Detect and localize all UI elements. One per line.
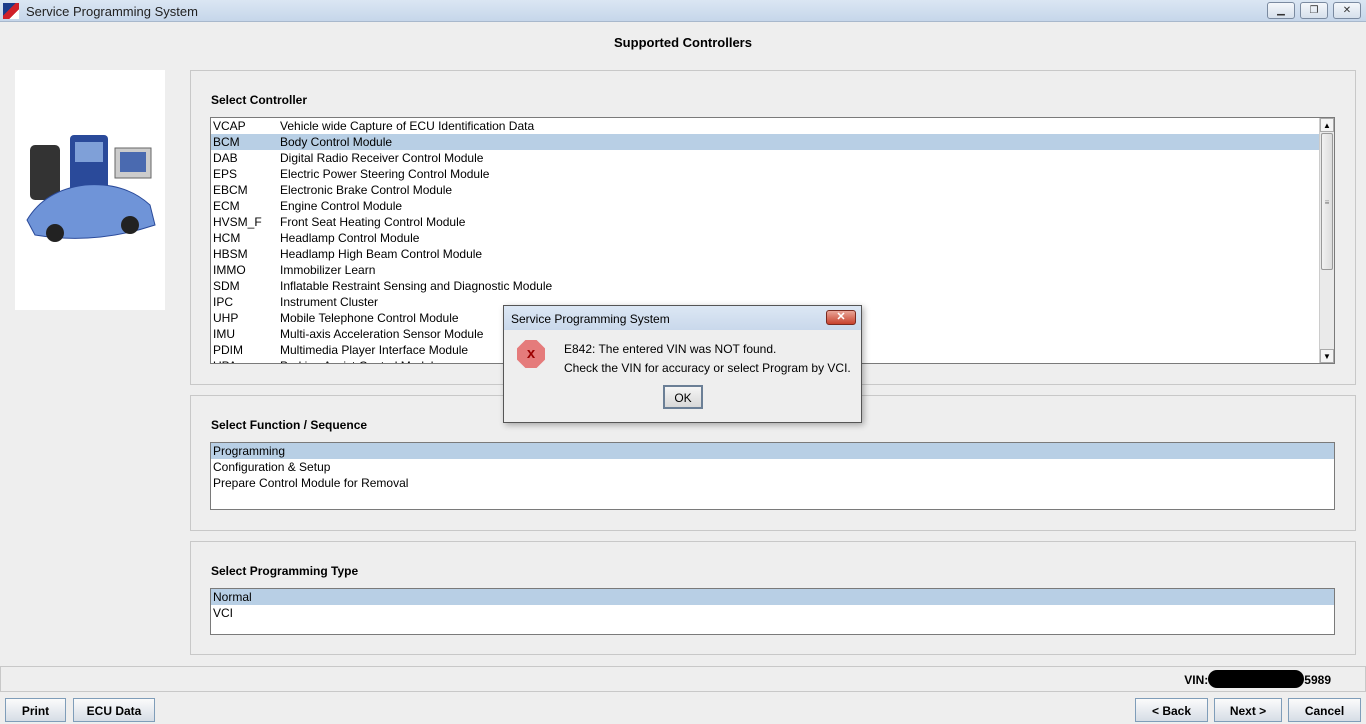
vin-display: VIN: 5989 xyxy=(1184,669,1331,688)
function-item[interactable]: Configuration & Setup xyxy=(211,459,1334,475)
minimize-button[interactable]: ▁ xyxy=(1267,2,1295,19)
controller-code: VCAP xyxy=(213,119,246,133)
window-title: Service Programming System xyxy=(26,4,198,19)
controller-name: Multi-axis Acceleration Sensor Module xyxy=(280,327,484,341)
controller-item[interactable]: ECM Engine Control Module xyxy=(211,198,1319,214)
restore-button[interactable]: ❐ xyxy=(1300,2,1328,19)
app-icon xyxy=(3,3,19,19)
controller-name: Body Control Module xyxy=(280,135,393,149)
dialog-message-line1: E842: The entered VIN was NOT found. xyxy=(564,342,777,356)
controller-name: Headlamp High Beam Control Module xyxy=(280,247,483,261)
cancel-button[interactable]: Cancel xyxy=(1288,698,1361,722)
controller-code: EBCM xyxy=(213,183,248,197)
dialog-message-line2: Check the VIN for accuracy or select Pro… xyxy=(564,361,851,375)
next-button[interactable]: Next > xyxy=(1214,698,1282,722)
scrollbar[interactable]: ▲ ≡ ▼ xyxy=(1319,118,1334,363)
controller-name: Instrument Cluster xyxy=(280,295,379,309)
controller-item[interactable]: IMMO Immobilizer Learn xyxy=(211,262,1319,278)
controller-item[interactable]: EBCM Electronic Brake Control Module xyxy=(211,182,1319,198)
function-item[interactable]: Programming xyxy=(211,443,1334,459)
controller-name: Multimedia Player Interface Module xyxy=(280,343,469,357)
controller-code: HVSM_F xyxy=(213,215,262,229)
programming-type-list[interactable]: Normal VCI xyxy=(210,588,1335,635)
controller-name: Vehicle wide Capture of ECU Identificati… xyxy=(280,119,535,133)
controller-code: DAB xyxy=(213,151,238,165)
controller-name: Front Seat Heating Control Module xyxy=(280,215,466,229)
controller-item[interactable]: DAB Digital Radio Receiver Control Module xyxy=(211,150,1319,166)
controller-item[interactable]: HBSM Headlamp High Beam Control Module xyxy=(211,246,1319,262)
function-list[interactable]: Programming Configuration & Setup Prepare … xyxy=(210,442,1335,510)
controller-code: EPS xyxy=(213,167,238,181)
controller-item[interactable]: VCAP Vehicle wide Capture of ECU Identifi… xyxy=(211,118,1319,134)
controller-item[interactable]: EPS Electric Power Steering Control Modul… xyxy=(211,166,1319,182)
controller-code: UHP xyxy=(213,311,239,325)
ecu-data-button[interactable]: ECU Data xyxy=(73,698,155,722)
controller-name: Digital Radio Receiver Control Module xyxy=(280,151,484,165)
title-bar: Service Programming System ▁ ❐ ✕ xyxy=(0,0,1366,22)
programming-type-item[interactable]: Normal xyxy=(211,589,1334,605)
scroll-up-button[interactable]: ▲ xyxy=(1320,118,1334,132)
ok-button[interactable]: OK xyxy=(663,385,703,409)
controller-code: IPC xyxy=(213,295,234,309)
controller-code: IMMO xyxy=(213,263,246,277)
controller-name: Engine Control Module xyxy=(280,199,403,213)
controller-item[interactable]: BCM Body Control Module xyxy=(211,134,1319,150)
vin-label: VIN: xyxy=(1184,673,1209,687)
controller-item[interactable]: SDM Inflatable Restraint Sensing and Diag… xyxy=(211,278,1319,294)
select-programming-type-panel: Select Programming Type Normal VCI xyxy=(190,541,1356,655)
error-icon: x xyxy=(517,340,545,368)
controller-name: Parking Assist Control Module xyxy=(280,359,440,363)
controller-name: Headlamp Control Module xyxy=(280,231,420,245)
controller-code: UPA xyxy=(213,358,280,363)
controller-name: Inflatable Restraint Sensing and Diagnos… xyxy=(280,279,553,293)
programming-type-item[interactable]: VCI xyxy=(211,605,1334,621)
page-title: Supported Controllers xyxy=(614,35,752,50)
close-button[interactable]: ✕ xyxy=(1333,2,1361,19)
logo-image xyxy=(15,70,165,310)
function-item[interactable]: Prepare Control Module for Removal xyxy=(211,475,1334,491)
controller-code: PDIM xyxy=(213,343,243,357)
dialog-title: Service Programming System xyxy=(504,306,861,330)
scroll-thumb[interactable]: ≡ xyxy=(1321,133,1333,270)
vin-bar: VIN: 5989 xyxy=(0,666,1366,692)
controller-name: Immobilizer Learn xyxy=(280,263,376,277)
controller-name: Electronic Brake Control Module xyxy=(280,183,453,197)
scroll-down-button[interactable]: ▼ xyxy=(1320,349,1334,363)
controller-code: IMU xyxy=(213,327,235,341)
controller-name: Mobile Telephone Control Module xyxy=(280,311,459,325)
controller-code: HBSM xyxy=(213,247,248,261)
back-button[interactable]: < Back xyxy=(1135,698,1208,722)
error-dialog: Service Programming System ✕ x E842: The… xyxy=(503,305,862,423)
vin-redaction xyxy=(1208,669,1305,688)
print-button[interactable]: Print xyxy=(5,698,66,722)
controller-item[interactable]: HVSM_F Front Seat Heating Control Module xyxy=(211,214,1319,230)
controller-code: BCM xyxy=(213,135,240,149)
controller-code: HCM xyxy=(213,231,241,245)
select-function-label: Select Function / Sequence xyxy=(211,418,368,432)
vin-suffix: 5989 xyxy=(1304,673,1331,687)
controller-code: SDM xyxy=(213,279,240,293)
select-programming-type-label: Select Programming Type xyxy=(211,564,359,578)
controller-code: ECM xyxy=(213,199,240,213)
controller-item[interactable]: HCM Headlamp Control Module xyxy=(211,230,1319,246)
select-controller-label: Select Controller xyxy=(211,93,308,107)
dialog-close-button[interactable]: ✕ xyxy=(826,310,856,325)
controller-name: Electric Power Steering Control Module xyxy=(280,167,490,181)
